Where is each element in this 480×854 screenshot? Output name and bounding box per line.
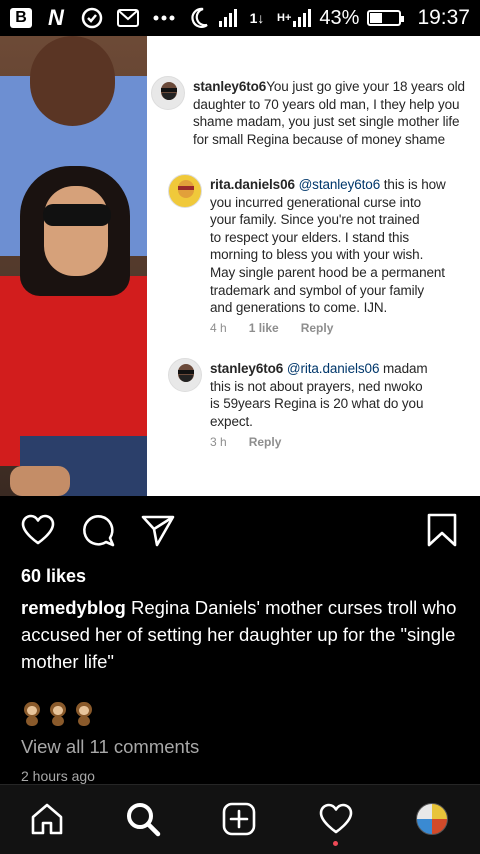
activity-heart-icon[interactable] [316,799,356,839]
post-caption: remedyblog Regina Daniels' mother curses… [21,594,466,675]
avatar [416,803,448,835]
comment-line: expect. [210,413,253,429]
comment-username: rita.daniels06 [210,177,295,192]
caption-username[interactable]: remedyblog [21,597,126,618]
data-arrows-icon: 1↓ [249,10,265,26]
comment-reply: Reply [248,435,282,449]
comment-line: and generations to come. IJN. [210,300,388,316]
status-bar: B N 1↓ H+ 43% 19:37 [0,0,480,36]
comment-reply: Reply [300,321,334,335]
comment-time: 4 h [210,321,227,335]
comment-line: your family. Since you're not trained [210,212,420,228]
comment-line: you incurred generational curse into [210,194,422,210]
comment-likes: 1 like [248,321,279,335]
home-icon[interactable] [27,799,67,839]
app-b-icon: B [10,8,32,28]
comment-meta: 3 h Reply [210,435,281,449]
share-icon[interactable] [140,512,176,548]
post-actions [0,496,480,560]
comment-mention: @rita.daniels06 [286,361,380,376]
comment-line: morning to bless you with your wish. [210,247,424,263]
app-n-icon: N [48,5,64,30]
comment-line: to respect your elders. I stand this [210,229,409,245]
more-dots-icon [152,6,176,30]
avatar [168,174,202,208]
notification-dot [333,841,338,846]
clock: 19:37 [417,6,470,29]
bookmark-icon[interactable] [424,512,460,548]
comment-line: this is not about prayers, ned nwoko [210,378,423,394]
photo-of-women [0,36,147,496]
comment-time: 3 h [210,435,227,449]
comment-username: stanley6to6 [193,79,267,94]
monkey-emoji-icon [21,702,43,726]
vpn-shield-icon [80,6,104,30]
comment-line-text: You just go give your 18 years old [266,79,465,94]
view-all-comments-link[interactable]: View all 11 comments [21,736,199,758]
comment-mention: @stanley6to6 [298,177,381,192]
comment-line: for small Regina because of money shame [193,131,445,147]
profile-avatar[interactable] [412,799,452,839]
battery-icon [367,10,405,26]
bottom-nav [0,784,480,854]
comment-line: May single parent hood be a permanent [210,264,445,280]
search-icon[interactable] [123,799,163,839]
heart-icon[interactable] [20,512,56,548]
comment-line: trademark and symbol of your family [210,282,425,298]
screenshot-comments: stanley6to6You just go give your 18 year… [147,36,480,496]
moon-icon [187,6,211,30]
monkey-emoji-icon [47,702,69,726]
post-image[interactable]: stanley6to6You just go give your 18 year… [0,36,480,496]
comment-meta: 4 h 1 like Reply [210,321,333,335]
battery-percent: 43% [319,6,360,29]
comment-line: shame madam, you just set single mother … [193,114,460,130]
comment-line: daughter to 70 years old man, I they hel… [193,96,460,112]
signal-icon [293,9,312,27]
comment-text: rita.daniels06 @stanley6to6 this is how … [210,176,478,317]
avatar [168,358,202,392]
monkey-emojis [21,702,95,726]
likes-count[interactable]: 60 likes [21,566,86,587]
comment-text: stanley6to6 @rita.daniels06 madam this i… [210,360,478,430]
post-time: 2 hours ago [21,768,95,784]
comment-username: stanley6to6 [210,361,284,376]
monkey-emoji-icon [73,702,95,726]
comment-icon[interactable] [80,512,116,548]
gmail-icon [116,6,140,30]
comment-line: rita.daniels06 @stanley6to6 this is how [210,177,446,192]
comment-line: is 59years Regina is 20 what do you [210,396,424,412]
add-post-icon[interactable] [219,799,259,839]
comment-line: stanley6to6 @rita.daniels06 madam [210,361,428,376]
avatar [151,76,185,110]
network-type: H+ [277,12,292,24]
comment-line: stanley6to6You just go give your 18 year… [193,78,478,96]
battery-fill [370,13,383,23]
comment-text: stanley6to6You just go give your 18 year… [193,78,478,148]
signal-icon [219,9,238,27]
